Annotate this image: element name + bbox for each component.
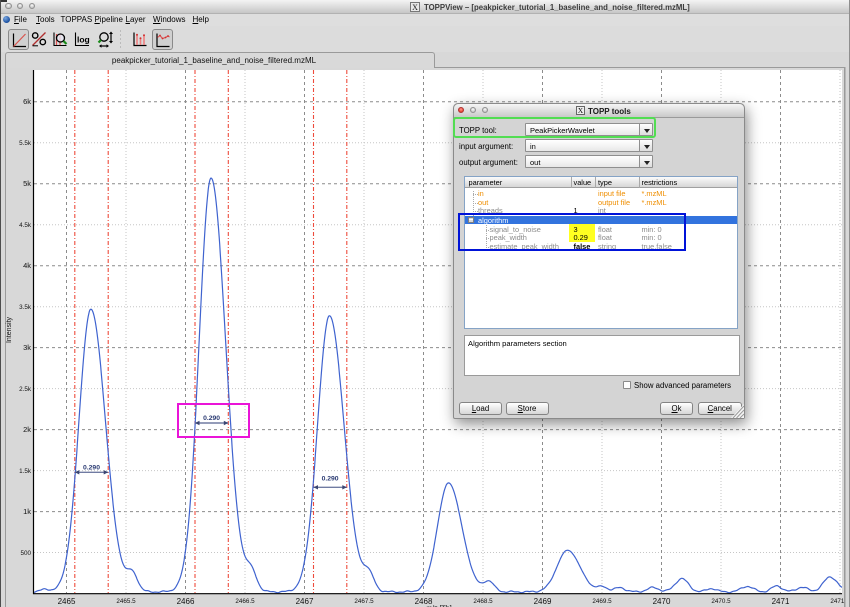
svg-text:2469: 2469 <box>534 597 552 606</box>
svg-text:2k: 2k <box>23 425 31 434</box>
svg-text:2465.5: 2465.5 <box>116 598 136 605</box>
svg-text:2469.5: 2469.5 <box>592 598 612 605</box>
svg-text:2465: 2465 <box>58 597 76 606</box>
svg-text:3k: 3k <box>23 343 31 352</box>
svg-text:4.5k: 4.5k <box>19 222 32 229</box>
svg-text:5k: 5k <box>23 179 31 188</box>
svg-text:1k: 1k <box>23 507 31 516</box>
svg-text:2471: 2471 <box>772 597 790 606</box>
svg-text:2467.5: 2467.5 <box>354 598 374 605</box>
svg-text:2470.5: 2470.5 <box>711 598 731 605</box>
svg-text:2470: 2470 <box>653 597 671 606</box>
svg-text:2466: 2466 <box>177 597 195 606</box>
svg-text:Intensity: Intensity <box>6 316 13 343</box>
svg-text:0.290: 0.290 <box>322 476 339 483</box>
svg-text:1.5k: 1.5k <box>19 468 32 475</box>
svg-text:6k: 6k <box>23 97 31 106</box>
svg-text:500: 500 <box>20 550 31 557</box>
svg-text:5.5k: 5.5k <box>19 140 32 147</box>
svg-text:2468.5: 2468.5 <box>473 598 493 605</box>
svg-text:3.5k: 3.5k <box>19 304 32 311</box>
svg-text:4k: 4k <box>23 261 31 270</box>
svg-text:2467: 2467 <box>296 597 314 606</box>
svg-text:2466.5: 2466.5 <box>235 598 255 605</box>
svg-text:2.5k: 2.5k <box>19 386 32 393</box>
svg-text:0.290: 0.290 <box>83 465 100 472</box>
